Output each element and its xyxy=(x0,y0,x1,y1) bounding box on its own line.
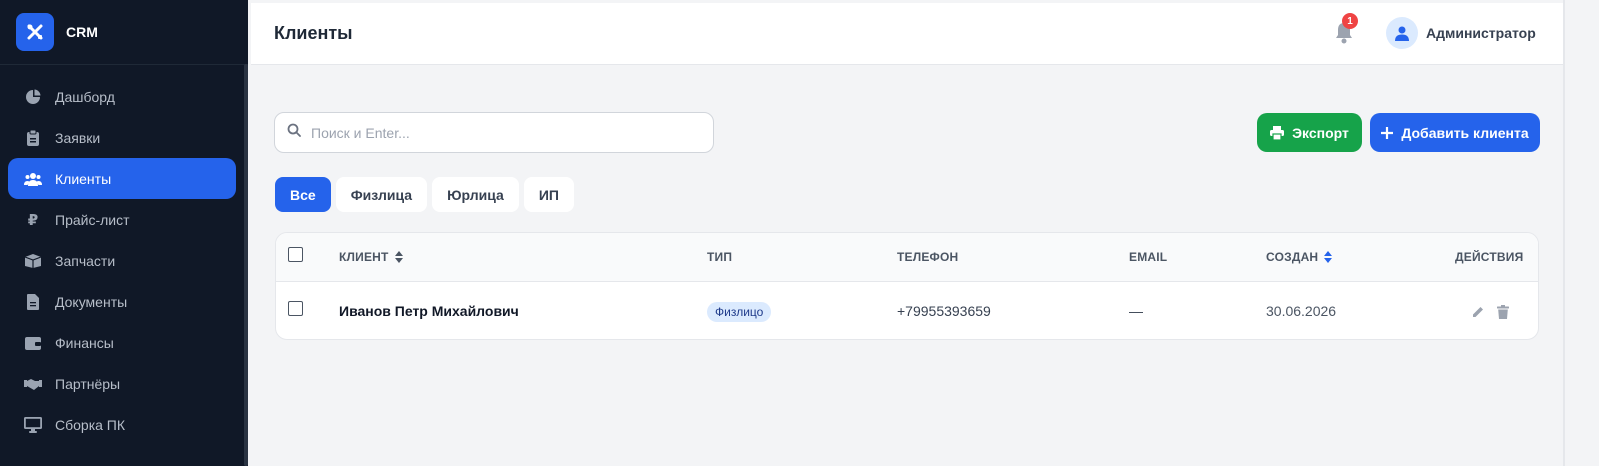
page-edge xyxy=(1563,0,1565,466)
sidebar-item-label: Прайс-лист xyxy=(55,211,130,228)
brand-name: CRM xyxy=(66,24,98,40)
page-title: Клиенты xyxy=(274,23,353,43)
sidebar-item-requests[interactable]: Заявки xyxy=(8,117,236,158)
top-bar: Клиенты 1 Администратор xyxy=(251,3,1563,65)
printer-icon xyxy=(1270,125,1285,140)
edit-icon[interactable] xyxy=(1471,305,1485,319)
tab-individuals[interactable]: Физлица xyxy=(335,177,428,212)
sidebar-item-clients[interactable]: Клиенты xyxy=(8,158,236,199)
column-created[interactable]: СОЗДАН xyxy=(1266,250,1333,264)
plus-icon xyxy=(1381,126,1394,139)
wallet-icon xyxy=(24,334,42,352)
column-email-label: EMAIL xyxy=(1129,250,1168,264)
user-icon xyxy=(1386,17,1418,49)
sidebar-item-price-list[interactable]: ₽ Прайс-лист xyxy=(8,199,236,240)
search-input[interactable] xyxy=(311,124,691,141)
client-name[interactable]: Иванов Петр Михайлович xyxy=(339,303,519,319)
sidebar-item-label: Заявки xyxy=(55,129,101,146)
client-phone: +79955393659 xyxy=(897,303,991,319)
sidebar-item-label: Партнёры xyxy=(55,375,121,392)
sidebar-item-pc-build[interactable]: Сборка ПК xyxy=(8,404,236,445)
clipboard-icon xyxy=(24,129,42,147)
row-checkbox[interactable] xyxy=(288,301,303,316)
sidebar-item-label: Сборка ПК xyxy=(55,416,126,433)
sidebar-item-partners[interactable]: Партнёры xyxy=(8,363,236,404)
sort-desc-icon xyxy=(1324,251,1333,263)
search-box[interactable] xyxy=(274,112,714,153)
sidebar-scrollbar[interactable] xyxy=(244,64,248,466)
client-created: 30.06.2026 xyxy=(1266,303,1337,319)
sidebar-item-label: Дашборд xyxy=(55,88,115,105)
type-badge: Физлицо xyxy=(707,302,772,322)
chart-pie-icon xyxy=(24,88,42,106)
user-name: Администратор xyxy=(1426,25,1536,41)
sort-icon xyxy=(394,251,403,263)
sidebar-item-label: Клиенты xyxy=(55,170,112,187)
ruble-icon: ₽ xyxy=(27,211,39,229)
tab-sole-proprietors[interactable]: ИП xyxy=(523,177,574,212)
table-header: КЛИЕНТ ТИП ТЕЛЕФОН EMAIL СОЗДАН ДЕЙСТВИЯ xyxy=(276,233,1538,282)
users-icon xyxy=(24,170,42,188)
column-type: ТИП xyxy=(707,250,732,264)
brand[interactable]: CRM xyxy=(0,0,248,65)
clients-table: КЛИЕНТ ТИП ТЕЛЕФОН EMAIL СОЗДАН ДЕЙСТВИЯ… xyxy=(275,232,1539,340)
column-type-label: ТИП xyxy=(707,250,733,264)
file-icon xyxy=(24,293,42,311)
column-phone-label: ТЕЛЕФОН xyxy=(897,250,959,264)
search-icon xyxy=(287,123,301,142)
tab-all[interactable]: Все xyxy=(275,177,331,212)
sidebar-item-finance[interactable]: Финансы xyxy=(8,322,236,363)
sidebar-item-label: Документы xyxy=(55,293,128,310)
sidebar-item-label: Финансы xyxy=(55,334,114,351)
handshake-icon xyxy=(24,375,42,393)
sidebar-nav: Дашборд Заявки Клиенты ₽ Прайс-лист Запч… xyxy=(0,65,248,445)
sidebar-item-parts[interactable]: Запчасти xyxy=(8,240,236,281)
export-button[interactable]: Экспорт xyxy=(1257,113,1362,152)
export-label: Экспорт xyxy=(1292,124,1349,141)
notification-badge: 1 xyxy=(1342,13,1358,29)
select-all-checkbox[interactable] xyxy=(288,247,303,262)
desktop-icon xyxy=(24,416,42,434)
tools-icon xyxy=(16,13,54,51)
column-client-label: КЛИЕНТ xyxy=(339,250,389,264)
column-actions: ДЕЙСТВИЯ xyxy=(1455,250,1523,264)
column-phone: ТЕЛЕФОН xyxy=(897,250,958,264)
user-menu[interactable]: Администратор xyxy=(1386,17,1536,49)
sidebar-item-label: Запчасти xyxy=(55,252,116,269)
sidebar-item-documents[interactable]: Документы xyxy=(8,281,236,322)
column-actions-label: ДЕЙСТВИЯ xyxy=(1455,250,1524,264)
column-client[interactable]: КЛИЕНТ xyxy=(339,250,403,264)
filter-tabs: Все Физлица Юрлица ИП xyxy=(275,177,574,212)
client-email: — xyxy=(1129,303,1143,319)
tab-legal-entities[interactable]: Юрлица xyxy=(432,177,519,212)
box-icon xyxy=(24,252,42,270)
add-client-button[interactable]: Добавить клиента xyxy=(1370,113,1540,152)
sidebar: CRM Дашборд Заявки Клиенты ₽ Прайс-лист xyxy=(0,0,248,466)
column-created-label: СОЗДАН xyxy=(1266,250,1319,264)
column-email: EMAIL xyxy=(1129,250,1167,264)
add-client-label: Добавить клиента xyxy=(1401,124,1529,141)
delete-icon[interactable] xyxy=(1497,305,1511,319)
sidebar-item-dashboard[interactable]: Дашборд xyxy=(8,76,236,117)
